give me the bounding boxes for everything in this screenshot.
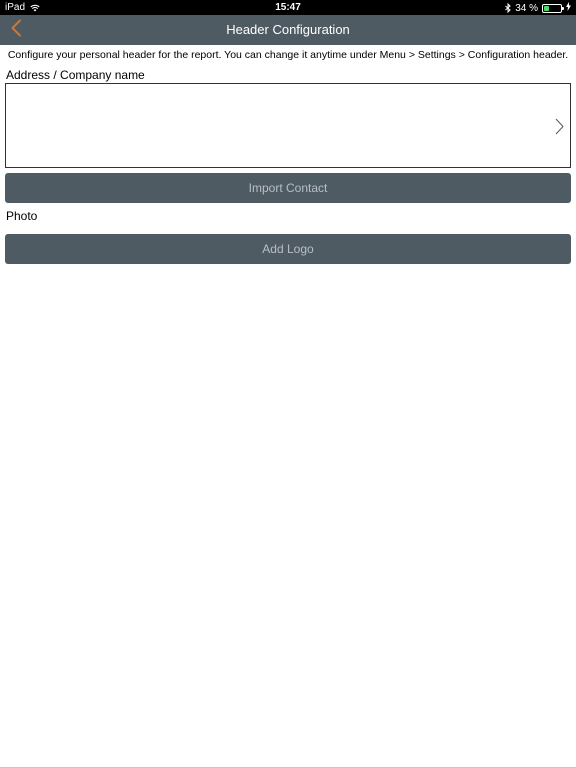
photo-label: Photo — [6, 209, 38, 223]
battery-percent: 34 % — [515, 2, 538, 14]
status-bar: iPad 15:47 34 % — [0, 0, 576, 15]
bluetooth-icon — [505, 3, 511, 13]
chevron-right-icon[interactable] — [555, 118, 564, 140]
address-input[interactable] — [10, 88, 540, 163]
battery-level-fill — [544, 5, 549, 11]
add-logo-button[interactable]: Add Logo — [5, 234, 571, 264]
address-label: Address / Company name — [6, 68, 145, 82]
status-bar-right: 34 % — [505, 2, 571, 14]
battery-icon — [542, 3, 564, 13]
status-time: 15:47 — [275, 2, 301, 13]
intro-text: Configure your personal header for the r… — [7, 49, 569, 61]
charging-icon — [566, 2, 571, 14]
page-title: Header Configuration — [226, 22, 350, 37]
address-field[interactable] — [5, 83, 571, 168]
navigation-bar: Header Configuration — [0, 15, 576, 45]
import-contact-button[interactable]: Import Contact — [5, 173, 571, 203]
